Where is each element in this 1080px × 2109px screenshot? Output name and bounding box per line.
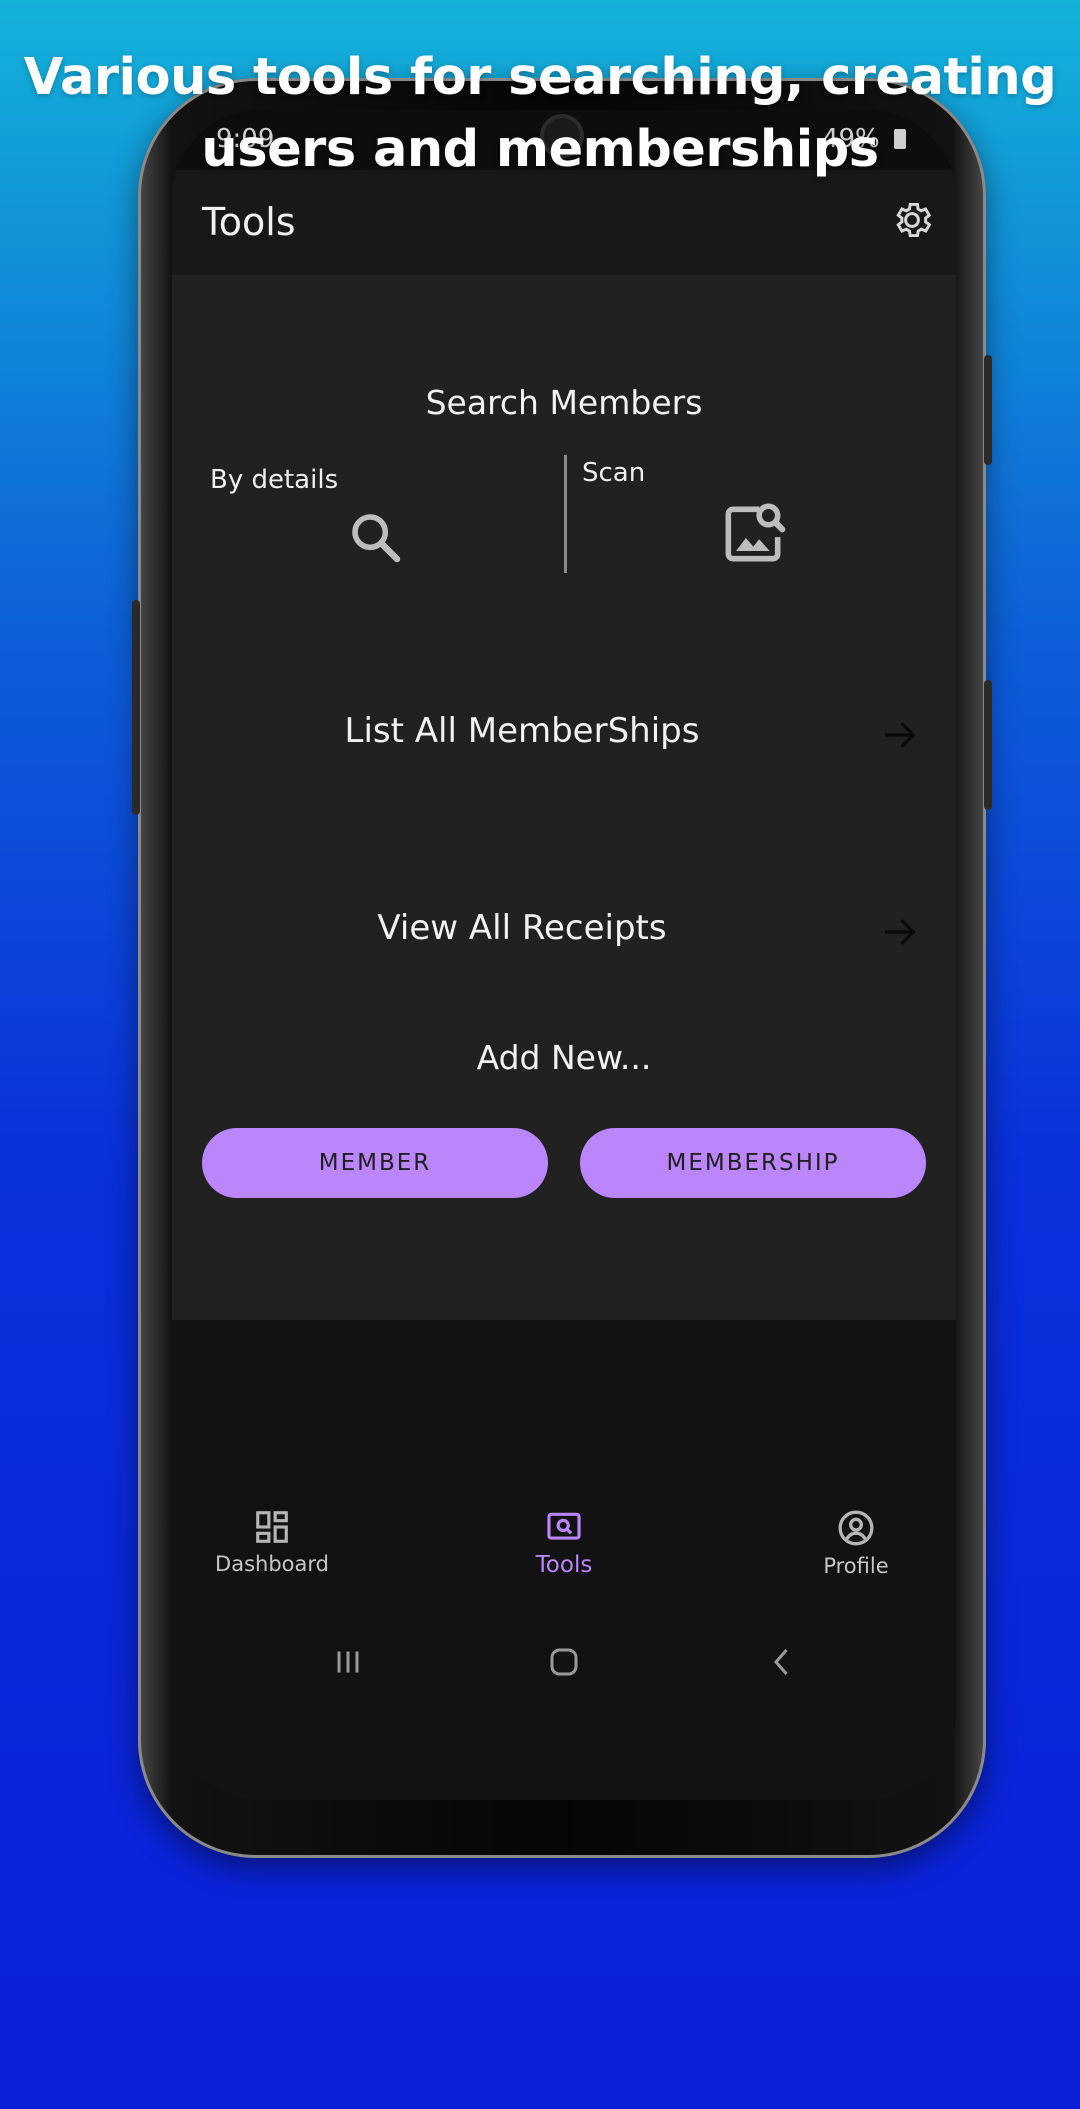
home-button[interactable] xyxy=(546,1644,582,1684)
arrow-right-icon xyxy=(885,722,916,748)
tools-icon xyxy=(547,1512,581,1540)
app-bar: Tools xyxy=(172,170,956,285)
view-all-receipts-link[interactable]: View All Receipts xyxy=(172,890,956,970)
gear-icon[interactable] xyxy=(890,198,934,242)
list-all-memberships-link[interactable]: List All MemberShips xyxy=(172,693,956,773)
recent-apps-button[interactable] xyxy=(330,1644,366,1684)
tools-card: Search Members By details Scan List All … xyxy=(172,275,956,1320)
page-title: Tools xyxy=(202,200,296,244)
system-navigation xyxy=(172,1630,956,1700)
nav-label-profile: Profile xyxy=(823,1554,889,1578)
dashboard-icon xyxy=(256,1511,288,1543)
nav-item-profile[interactable]: Profile xyxy=(756,1490,956,1600)
promo-headline: Various tools for searching, creating us… xyxy=(0,42,1080,186)
headline-line-1: Various tools for searching, creating xyxy=(23,48,1057,107)
image-search-icon[interactable] xyxy=(716,497,790,571)
search-members-title: Search Members xyxy=(425,383,703,422)
search-divider xyxy=(564,455,567,573)
list-all-memberships-label: List All MemberShips xyxy=(344,711,700,751)
back-button[interactable] xyxy=(764,1644,800,1684)
home-icon xyxy=(550,1648,578,1676)
phone-power-button xyxy=(984,680,992,810)
by-details-label: By details xyxy=(210,465,339,495)
add-membership-button[interactable]: MEMBERSHIP xyxy=(580,1128,926,1198)
back-icon xyxy=(774,1649,788,1675)
arrow-right-icon xyxy=(885,919,916,945)
nav-label-dashboard: Dashboard xyxy=(215,1552,329,1576)
recent-apps-icon xyxy=(337,1651,359,1673)
phone-volume-button xyxy=(984,355,992,465)
add-new-title: Add New... xyxy=(476,1038,652,1077)
profile-icon xyxy=(838,1510,874,1546)
bottom-navigation: Dashboard Tools Profile xyxy=(172,1490,956,1600)
headline-line-2: users and memberships xyxy=(201,120,879,179)
search-icon[interactable] xyxy=(348,510,404,566)
phone-screen: 9:09 49% Tools Search Members By details… xyxy=(172,110,956,1800)
view-all-receipts-label: View All Receipts xyxy=(377,908,667,948)
nav-label-tools: Tools xyxy=(535,1552,593,1578)
nav-item-dashboard[interactable]: Dashboard xyxy=(172,1490,372,1600)
phone-bixby-button xyxy=(132,600,140,815)
nav-item-tools[interactable]: Tools xyxy=(464,1490,664,1600)
scan-label: Scan xyxy=(582,458,646,488)
add-member-button[interactable]: MEMBER xyxy=(202,1128,548,1198)
